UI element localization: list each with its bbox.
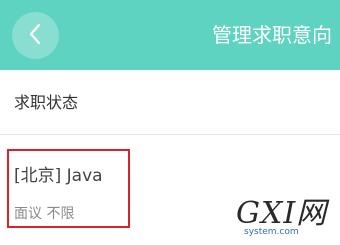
- top-bar: 管理求职意向: [0, 0, 340, 70]
- job-status-row[interactable]: 求职状态: [0, 70, 340, 135]
- back-button[interactable]: [12, 12, 59, 59]
- job-status-label: 求职状态: [14, 93, 79, 112]
- watermark-text: GXI网: [236, 196, 328, 231]
- job-intent-meta: 面议 不限: [14, 206, 75, 222]
- watermark-logo: GXI网 system.com: [236, 199, 332, 239]
- job-intent-title: [北京] Java: [14, 166, 103, 186]
- page-title: 管理求职意向: [212, 23, 332, 47]
- watermark-subtext: system.com: [244, 227, 299, 237]
- job-intent-item[interactable]: [北京] Java 面议 不限: [7, 149, 130, 228]
- screen: 管理求职意向 求职状态 [北京] Java 面议 不限 GXI网 system.…: [0, 0, 340, 245]
- chevron-left-icon: [26, 21, 46, 51]
